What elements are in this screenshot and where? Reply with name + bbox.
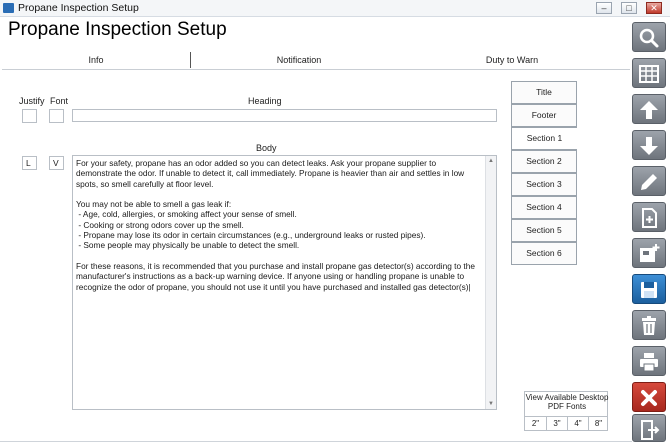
body-label: Body [256,143,277,153]
body-text[interactable]: For your safety, propane has an odor add… [76,158,481,292]
cancel-icon [641,390,657,406]
exit-icon [641,420,660,440]
window-title: Propane Inspection Setup [18,2,139,14]
maximize-button[interactable]: □ [621,2,637,14]
save-button[interactable] [632,274,666,304]
section-5-button[interactable]: Section 5 [511,219,577,242]
new-document-button[interactable] [632,202,666,232]
justify-label: Justify [19,96,45,106]
search-button[interactable] [632,22,666,52]
move-down-button[interactable] [632,130,666,160]
cancel-button[interactable] [632,382,666,412]
body-font-input[interactable]: V [49,156,64,170]
exit-button[interactable] [632,414,666,442]
grid-icon [639,65,659,83]
close-button[interactable]: ✕ [646,2,662,14]
section-6-button[interactable]: Section 6 [511,242,577,265]
scroll-up-arrow-icon[interactable]: ▲ [488,158,494,164]
delete-button[interactable] [632,310,666,340]
page-title: Propane Inspection Setup [8,19,227,40]
section-1-button[interactable]: Section 1 [511,127,577,150]
pdf-size-8-button[interactable]: 8" [588,416,608,430]
pdf-size-3-button[interactable]: 3" [546,416,567,430]
arrow-down-icon [640,137,658,155]
print-button[interactable] [632,346,666,376]
section-3-button[interactable]: Section 3 [511,173,577,196]
add-record-button[interactable] [632,238,666,268]
body-justify-input[interactable]: L [22,156,37,170]
minimize-button[interactable]: – [596,2,612,14]
window-titlebar: Propane Inspection Setup – □ ✕ [0,0,670,17]
right-toolbar [632,22,666,442]
save-icon [641,282,657,298]
bottom-border [0,441,632,442]
pdf-fonts-panel: View Available Desktop PDF Fonts 2" 3" 4… [524,391,608,431]
grid-button[interactable] [632,58,666,88]
pencil-icon [641,174,657,190]
body-scrollbar[interactable]: ▲ ▼ [485,156,496,409]
tab-notification[interactable]: Notification [191,50,407,70]
search-icon [639,28,659,48]
section-title-button[interactable]: Title [511,81,577,104]
add-record-icon [640,244,660,262]
move-up-button[interactable] [632,94,666,124]
arrow-up-icon [640,101,658,119]
app-icon [3,3,14,13]
tab-duty-to-warn[interactable]: Duty to Warn [432,50,592,70]
heading-input[interactable] [72,109,497,122]
heading-justify-input[interactable] [22,109,37,123]
section-2-button[interactable]: Section 2 [511,150,577,173]
pdf-size-4-button[interactable]: 4" [567,416,588,430]
tab-strip: Info Notification Duty to Warn [2,50,630,70]
pdf-fonts-label[interactable]: View Available Desktop PDF Fonts [525,393,609,411]
body-textarea[interactable]: For your safety, propane has an odor add… [72,155,497,410]
print-icon [640,353,658,372]
new-document-icon [642,208,657,228]
scroll-down-arrow-icon[interactable]: ▼ [488,401,494,407]
section-4-button[interactable]: Section 4 [511,196,577,219]
font-label: Font [50,96,69,106]
pdf-size-2-button[interactable]: 2" [525,416,546,430]
edit-button[interactable] [632,166,666,196]
heading-label: Heading [248,96,282,106]
trash-icon [642,316,656,335]
tab-info[interactable]: Info [2,50,190,70]
heading-font-input[interactable] [49,109,64,123]
section-footer-button[interactable]: Footer [511,104,577,127]
